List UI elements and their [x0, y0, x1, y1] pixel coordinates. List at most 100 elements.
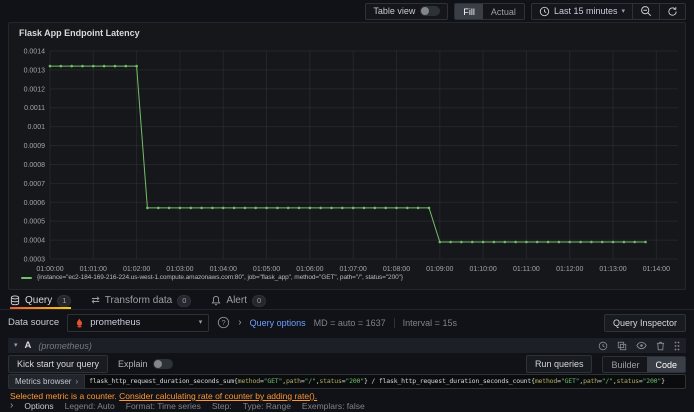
tab-query-label: Query	[25, 295, 53, 306]
chevron-right-icon: ›	[238, 316, 242, 328]
datasource-selected-value: prometheus	[90, 317, 141, 328]
drag-handle-icon[interactable]	[674, 341, 680, 351]
duplicate-query-icon[interactable]	[617, 341, 627, 351]
query-input-row: Metrics browser › flask_http_request_dur…	[8, 374, 686, 389]
builder-mode-button[interactable]: Builder	[603, 357, 647, 372]
remove-query-trash-icon[interactable]	[656, 341, 665, 351]
tab-transform-count: 0	[177, 294, 192, 307]
kick-start-query-button[interactable]: Kick start your query	[8, 355, 109, 373]
svg-text:01:06:00: 01:06:00	[296, 266, 323, 273]
query-inspector-button[interactable]: Query Inspector	[603, 313, 686, 332]
tab-transform-data[interactable]: ⇄ Transform data 0	[91, 292, 192, 309]
svg-text:0.0003: 0.0003	[24, 257, 46, 264]
panel-title: Flask App Endpoint Latency	[19, 28, 140, 38]
query-options-toggle[interactable]: Query options	[250, 318, 306, 328]
run-queries-button[interactable]: Run queries	[525, 355, 593, 373]
metrics-browser-label: Metrics browser	[15, 377, 72, 386]
svg-text:0.0004: 0.0004	[24, 238, 46, 245]
table-view-switch[interactable]	[420, 6, 441, 16]
option-legend: Legend: Auto	[64, 401, 115, 411]
query-row-actions	[598, 341, 680, 351]
tab-query[interactable]: Query 1	[10, 292, 72, 309]
query-options-section: › Query options MD = auto = 1637 Interva…	[238, 316, 457, 328]
query-history-icon[interactable]	[598, 341, 608, 351]
counter-warning: Selected metric is a counter. Consider c…	[10, 391, 317, 401]
legend-item[interactable]: {instance="ec2-184-169-216-224.us-west-1…	[21, 274, 403, 281]
warning-rate-hint-link[interactable]: Consider calculating rate of counter by …	[119, 391, 317, 401]
table-view-label: Table view	[373, 6, 416, 16]
datasource-select[interactable]: prometheus ▾	[67, 313, 210, 332]
latency-panel: Flask App Endpoint Latency 0.0014 0.0013 0…	[8, 22, 686, 290]
query-datasource-hint: (prometheus)	[38, 340, 92, 351]
query-options-row: › Options Legend: Auto Format: Time seri…	[10, 400, 365, 412]
query-ref-id: A	[24, 340, 32, 351]
datasource-help-button[interactable]: ?	[217, 316, 230, 329]
options-toggle[interactable]: Options	[24, 401, 53, 411]
table-view-toggle-group[interactable]: Table view	[365, 2, 449, 20]
option-step: Step:	[211, 401, 232, 411]
refresh-button[interactable]	[659, 3, 685, 19]
chevron-right-icon: ›	[75, 376, 79, 386]
chevron-down-icon: ▾	[621, 7, 625, 15]
time-range-button[interactable]: Last 15 minutes ▾	[532, 4, 632, 19]
option-exemplars: Exemplars: false	[301, 401, 365, 411]
svg-text:?: ?	[222, 318, 226, 327]
tab-alert[interactable]: Alert 0	[211, 292, 267, 309]
svg-text:01:08:00: 01:08:00	[383, 266, 410, 273]
svg-text:0.0008: 0.0008	[24, 162, 46, 169]
svg-text:01:13:00: 01:13:00	[599, 266, 626, 273]
svg-text:01:00:00: 01:00:00	[36, 266, 63, 273]
datasource-label: Data source	[8, 317, 60, 328]
interval-stat: Interval = 15s	[393, 317, 457, 328]
refresh-icon	[667, 6, 678, 17]
bell-icon	[211, 295, 221, 306]
svg-text:0.0011: 0.0011	[24, 105, 45, 112]
metrics-browser-button[interactable]: Metrics browser ›	[8, 374, 85, 389]
time-range-label: Last 15 minutes	[553, 6, 618, 16]
clock-icon	[539, 6, 550, 17]
svg-text:0.0005: 0.0005	[24, 219, 46, 226]
legend-swatch	[21, 276, 32, 279]
max-data-points-stat: MD = auto = 1637	[313, 317, 386, 328]
svg-text:01:01:00: 01:01:00	[80, 266, 107, 273]
svg-text:01:03:00: 01:03:00	[166, 266, 193, 273]
zoom-out-button[interactable]	[632, 3, 659, 19]
svg-text:0.0006: 0.0006	[24, 200, 46, 207]
query-expression-input[interactable]: flask_http_request_duration_seconds_sum{…	[84, 374, 686, 389]
svg-text:0.0014: 0.0014	[24, 49, 46, 56]
tab-query-count: 1	[57, 294, 72, 307]
tab-transform-label: Transform data	[104, 295, 173, 306]
fill-button[interactable]: Fill	[455, 3, 483, 19]
svg-text:01:09:00: 01:09:00	[426, 266, 453, 273]
chevron-right-icon: ›	[10, 400, 14, 411]
svg-text:01:11:00: 01:11:00	[513, 266, 540, 273]
top-toolbar: Table view Fill Actual Last 15 minutes ▾	[0, 0, 694, 22]
time-picker-group: Last 15 minutes ▾	[530, 2, 686, 20]
explain-toggle-group: Explain	[118, 359, 173, 369]
explain-switch[interactable]	[152, 359, 173, 369]
datasource-bar: Data source prometheus ▾ ? › Query optio…	[0, 311, 694, 334]
tab-alert-label: Alert	[226, 295, 247, 306]
legend-label: {instance="ec2-184-169-216-224.us-west-1…	[37, 274, 403, 281]
svg-text:0.0007: 0.0007	[24, 181, 46, 188]
code-mode-button[interactable]: Code	[647, 356, 685, 372]
query-row-header[interactable]: ▾ A (prometheus)	[8, 338, 686, 353]
svg-text:0.0009: 0.0009	[24, 143, 46, 150]
actual-button[interactable]: Actual	[483, 4, 524, 19]
database-icon	[10, 295, 20, 306]
svg-text:0.0013: 0.0013	[24, 67, 46, 74]
svg-text:01:10:00: 01:10:00	[469, 266, 496, 273]
svg-text:01:02:00: 01:02:00	[123, 266, 150, 273]
hide-response-eye-icon[interactable]	[636, 341, 647, 350]
query-toolbar: Kick start your query Explain Run querie…	[8, 355, 686, 373]
svg-text:01:05:00: 01:05:00	[253, 266, 280, 273]
zoom-out-icon	[640, 5, 652, 17]
tab-alert-count: 0	[251, 294, 267, 307]
svg-text:01:07:00: 01:07:00	[340, 266, 367, 273]
query-expression: flask_http_request_duration_seconds_sum{…	[89, 377, 665, 385]
svg-text:0.0012: 0.0012	[24, 86, 46, 93]
collapse-chevron-icon[interactable]: ▾	[14, 342, 18, 349]
transform-icon: ⇄	[91, 294, 100, 306]
builder-code-group: Builder Code	[602, 355, 686, 373]
latency-chart[interactable]: 0.0014 0.0013 0.0012 0.0011 0.001 0.0009 0.000…	[10, 41, 686, 277]
